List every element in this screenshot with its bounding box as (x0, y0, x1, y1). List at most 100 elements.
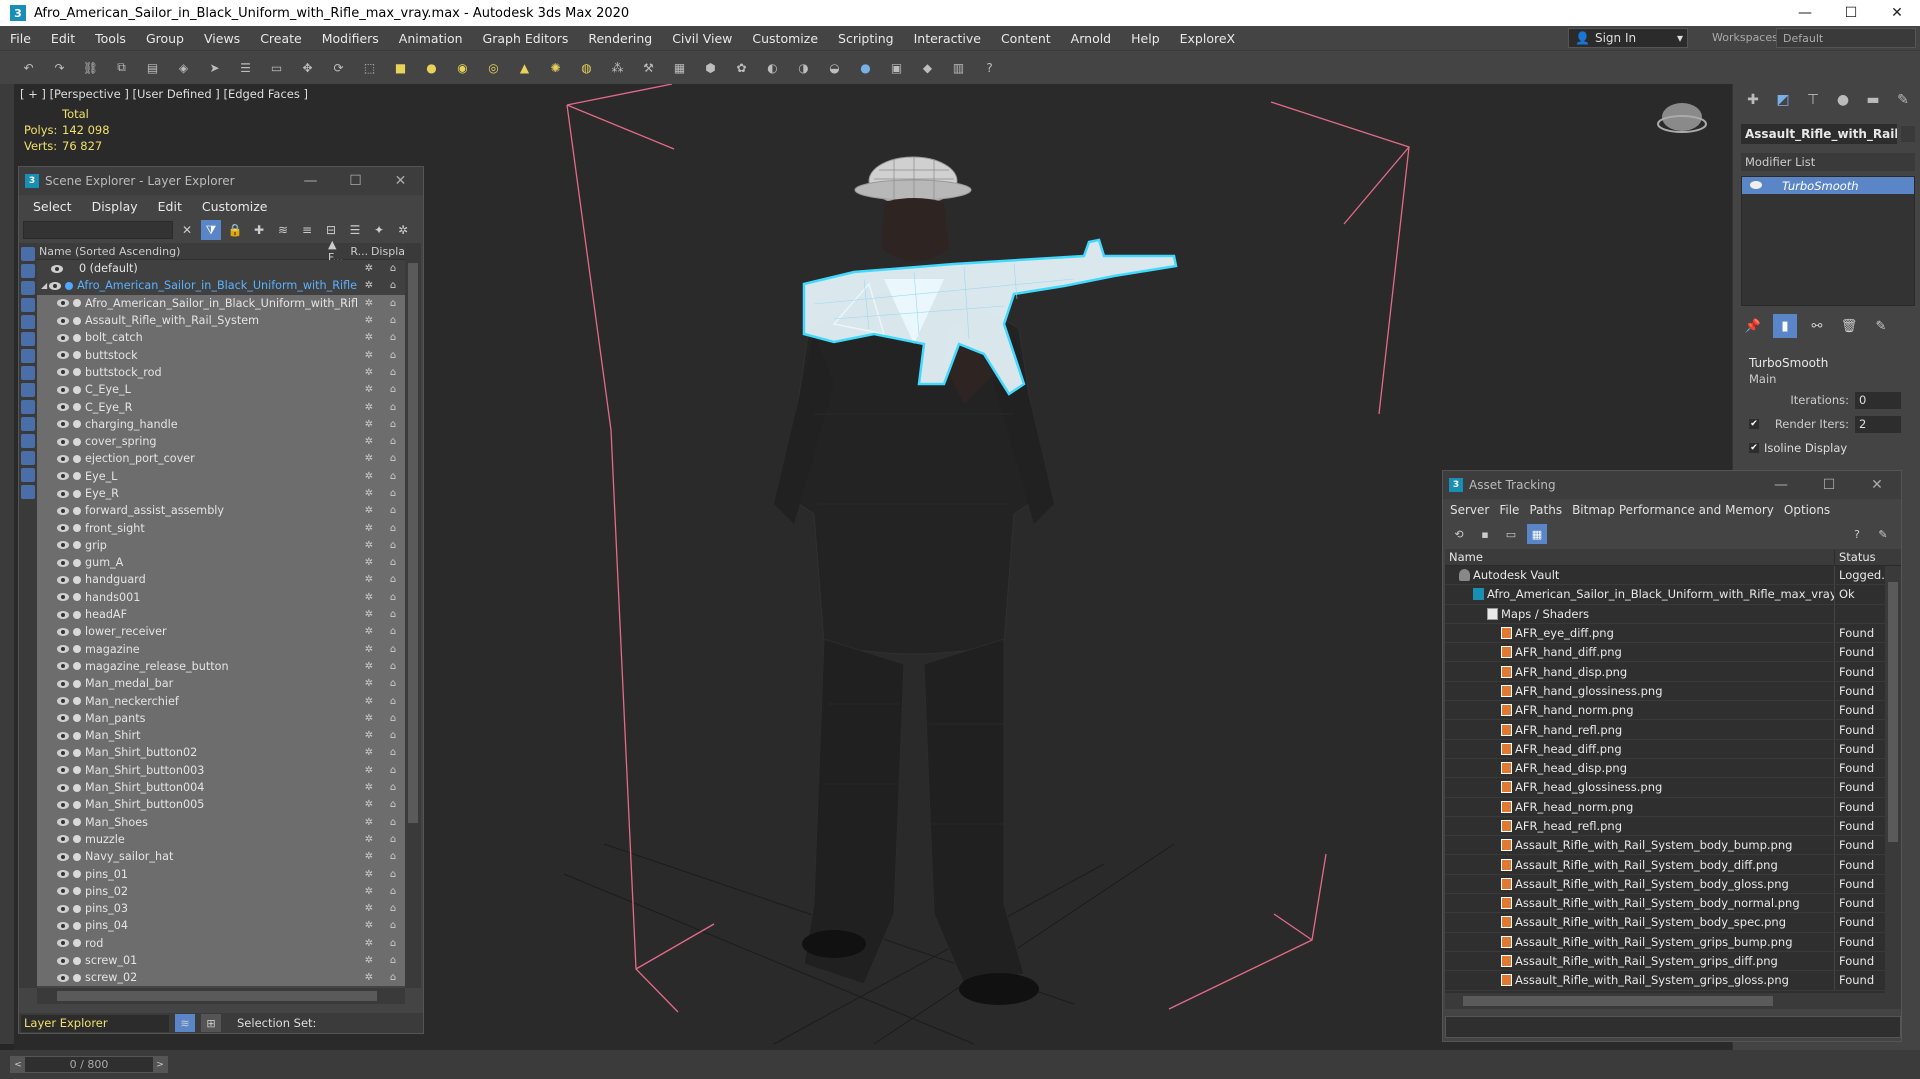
visibility-eye-icon[interactable] (57, 645, 69, 654)
remove-modifier-icon[interactable]: 🗑 (1837, 314, 1861, 338)
filter-invert-icon[interactable] (21, 485, 35, 499)
material-icon[interactable]: ⬢ (698, 57, 723, 79)
undo-icon[interactable]: ↶ (16, 57, 41, 79)
menu-interactive[interactable]: Interactive (904, 31, 991, 46)
cone-icon[interactable]: ▲ (512, 57, 537, 79)
render-teapot-icon[interactable]: ⌂ (381, 747, 405, 758)
scene-object-row[interactable]: ◢ Afro_American_Sailor_in_Black_Uniform_w… (37, 277, 405, 295)
freeze-icon[interactable]: ✲ (357, 920, 381, 931)
render-teapot-icon[interactable]: ⌂ (381, 453, 405, 464)
scene-object-row[interactable]: 0 (default) ✲ ⌂ (37, 260, 405, 278)
visibility-eye-icon[interactable] (57, 316, 69, 325)
asset-row[interactable]: Assault_Rifle_with_Rail_System_body_bump… (1445, 836, 1901, 856)
render-teapot-icon[interactable]: ⌂ (381, 315, 405, 326)
scene-object-row[interactable]: pins_04 ✲ ⌂ (37, 917, 405, 935)
visibility-eye-icon[interactable] (57, 973, 69, 982)
render-teapot-icon[interactable]: ⌂ (381, 938, 405, 949)
render-icon[interactable]: ◑ (791, 57, 816, 79)
sort-icon[interactable]: ✲ (393, 220, 413, 240)
scene-object-row[interactable]: magazine ✲ ⌂ (37, 640, 405, 658)
filter-none-icon[interactable] (21, 468, 35, 482)
rotate-icon[interactable]: ⟳ (326, 57, 351, 79)
hscrollbar-thumb[interactable] (57, 991, 377, 1001)
freeze-icon[interactable]: ✲ (357, 817, 381, 828)
freeze-icon[interactable]: ✲ (357, 505, 381, 516)
visibility-eye-icon[interactable] (57, 333, 69, 342)
menu-help[interactable]: Help (1121, 31, 1170, 46)
filter-warps-icon[interactable] (21, 332, 35, 346)
visibility-eye-icon[interactable] (57, 541, 69, 550)
teapot-render-icon[interactable]: ◆ (915, 57, 940, 79)
clear-search-icon[interactable]: ✕ (177, 220, 197, 240)
hscrollbar-thumb[interactable] (1463, 996, 1773, 1006)
asset-row[interactable]: AFR_head_refl.png Found (1445, 816, 1901, 837)
box-icon[interactable]: ■ (388, 57, 413, 79)
menu-group[interactable]: Group (136, 31, 194, 46)
asset-row[interactable]: Assault_Rifle_with_Rail_System_body_spec… (1445, 913, 1901, 933)
visibility-eye-icon[interactable] (51, 264, 63, 273)
col-display-header[interactable]: Displa (371, 245, 405, 258)
rollout-title[interactable]: TurboSmooth (1737, 354, 1917, 372)
asset-row[interactable]: AFR_head_disp.png Found (1445, 758, 1901, 779)
scene-object-row[interactable]: pins_02 ✲ ⌂ (37, 882, 405, 900)
asset-icon[interactable]: ▥ (946, 57, 971, 79)
at-menu-file[interactable]: File (1494, 503, 1524, 517)
scene-object-row[interactable]: Man_Shirt_button005 ✲ ⌂ (37, 796, 405, 814)
explorer-type-select[interactable]: Layer Explorer (21, 1014, 169, 1032)
render-teapot-icon[interactable]: ⌂ (381, 920, 405, 931)
expand-icon[interactable]: ◢ (41, 281, 47, 290)
asset-row[interactable]: AFR_hand_norm.png Found (1445, 701, 1901, 721)
asset-row[interactable]: AFR_head_norm.png Found (1445, 797, 1901, 817)
highlight-icon[interactable]: ✦ (369, 220, 389, 240)
asset-row[interactable]: AFR_head_glossiness.png Found (1445, 778, 1901, 798)
at-minimize-button[interactable]: — (1757, 477, 1805, 493)
scene-object-row[interactable]: muzzle ✲ ⌂ (37, 830, 405, 849)
help-icon[interactable]: ? (977, 57, 1002, 79)
scene-object-row[interactable]: Eye_R ✲ ⌂ (37, 484, 405, 503)
freeze-icon[interactable]: ✲ (357, 765, 381, 776)
visibility-eye-icon[interactable] (57, 420, 69, 429)
render-teapot-icon[interactable]: ⌂ (381, 574, 405, 585)
display-tab-icon[interactable]: ▬ (1861, 88, 1885, 112)
hierarchy-tab-icon[interactable]: ⊤ (1801, 88, 1825, 112)
filter-lights-icon[interactable] (21, 281, 35, 295)
object-name-field[interactable]: Assault_Rifle_with_Rail_Sy (1741, 124, 1897, 144)
visibility-eye-icon[interactable] (57, 887, 69, 896)
se-maximize-button[interactable]: ☐ (333, 173, 378, 189)
particle-icon[interactable]: ⁂ (605, 57, 630, 79)
filter-bones-icon[interactable] (21, 383, 35, 397)
render-teapot-icon[interactable]: ⌂ (381, 488, 405, 499)
visibility-eye-icon[interactable] (57, 575, 69, 584)
visibility-eye-icon[interactable] (57, 368, 69, 377)
freeze-icon[interactable]: ✲ (357, 678, 381, 689)
freeze-icon[interactable]: ✲ (357, 609, 381, 620)
move-to-layer-icon[interactable]: ≡ (297, 220, 317, 240)
close-button[interactable]: ✕ (1874, 0, 1920, 26)
viewport-label[interactable]: [ + ] [Perspective ] [User Defined ] [Ed… (20, 87, 308, 101)
menu-animation[interactable]: Animation (389, 31, 473, 46)
render-teapot-icon[interactable]: ⌂ (381, 523, 405, 534)
asset-table-hscrollbar[interactable] (1445, 993, 1901, 1009)
freeze-icon[interactable]: ✲ (357, 851, 381, 862)
menu-edit[interactable]: Edit (41, 31, 85, 46)
render-teapot-icon[interactable]: ⌂ (381, 419, 405, 430)
col-r-header[interactable]: R... (350, 245, 371, 258)
se-menu-select[interactable]: Select (23, 199, 82, 214)
se-close-button[interactable]: ✕ (378, 173, 423, 189)
link-icon[interactable]: ⛓ (78, 57, 103, 79)
asset-row[interactable]: AFR_eye_diff.png Found (1445, 623, 1901, 644)
freeze-icon[interactable]: ✲ (357, 280, 381, 291)
visibility-eye-icon[interactable] (57, 697, 69, 706)
freeze-icon[interactable]: ✲ (357, 471, 381, 482)
isoline-checkbox[interactable]: ✔ (1749, 443, 1759, 453)
freeze-icon[interactable]: ✲ (357, 696, 381, 707)
scene-list-hscrollbar[interactable] (37, 988, 405, 1004)
se-menu-edit[interactable]: Edit (148, 199, 192, 214)
scene-search-input[interactable] (23, 221, 173, 239)
asset-row[interactable]: Autodesk Vault Logged... (1445, 566, 1901, 586)
grid-icon[interactable]: ▦ (667, 57, 692, 79)
visibility-eye-icon[interactable] (57, 714, 69, 723)
visibility-eye-icon[interactable] (57, 835, 69, 844)
visibility-eye-icon[interactable] (57, 870, 69, 879)
asset-name-header[interactable]: Name (1445, 550, 1835, 564)
